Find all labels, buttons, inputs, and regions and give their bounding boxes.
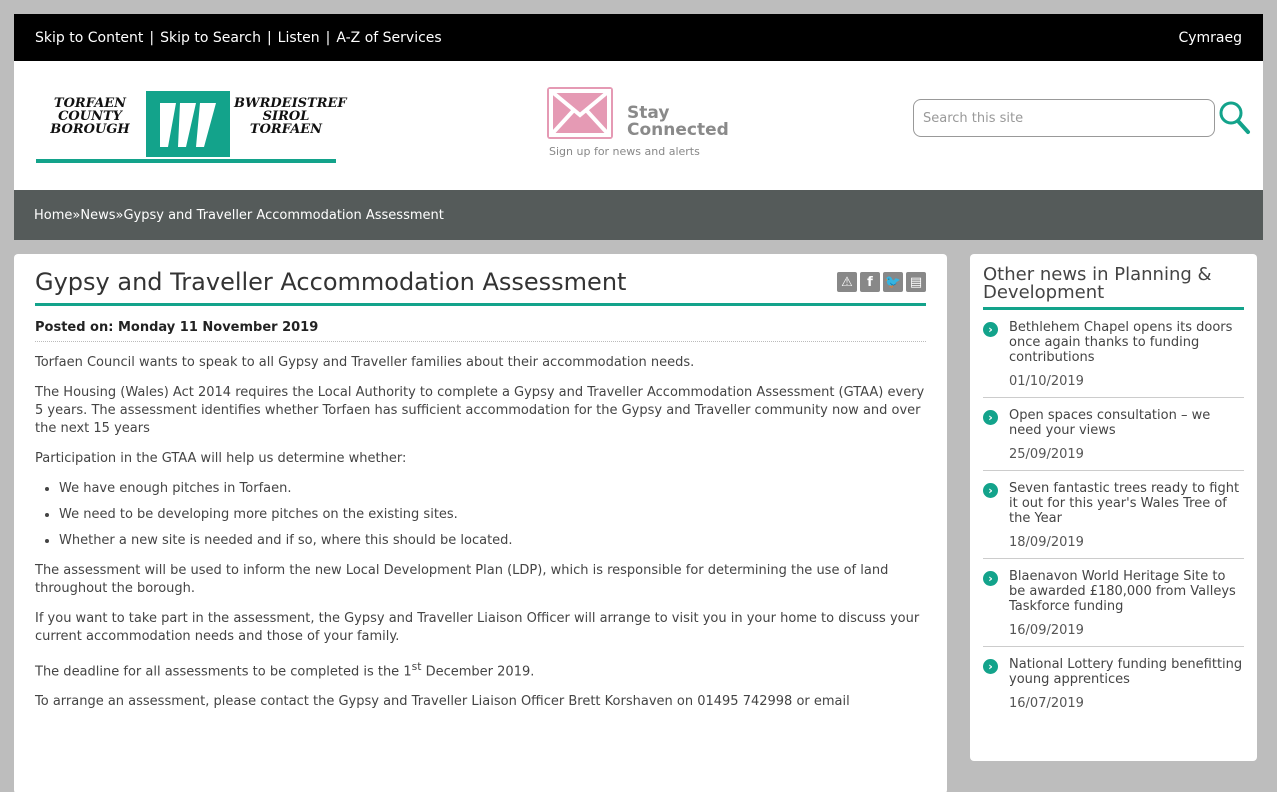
share-tools: ⚠ f 🐦 ▤	[837, 272, 926, 292]
stay-connected-banner[interactable]: Stay Connected Sign up for news and aler…	[547, 85, 747, 165]
list-item: We need to be developing more pitches on…	[59, 506, 926, 524]
logo-underline	[36, 159, 336, 163]
print-icon[interactable]: ▤	[906, 272, 926, 292]
news-date: 16/07/2019	[1009, 696, 1084, 711]
article-paragraph: The assessment will be used to inform th…	[35, 563, 889, 596]
news-item: › Blaenavon World Heritage Site to be aw…	[983, 559, 1244, 647]
other-news-title: Other news in Planning & Development	[983, 266, 1244, 310]
page-frame: Skip to Content | Skip to Search | Listen | A-…	[14, 14, 1263, 792]
report-icon[interactable]: ⚠	[837, 272, 857, 292]
article-paragraph: Participation in the GTAA will help us d…	[35, 451, 407, 466]
news-item: › National Lottery funding benefitting y…	[983, 647, 1244, 719]
search-button[interactable]	[1217, 97, 1251, 137]
article-paragraph: Torfaen Council wants to speak to all Gy…	[35, 355, 695, 370]
skip-to-search-link[interactable]: Skip to Search	[160, 30, 261, 46]
skip-to-content-link[interactable]: Skip to Content	[35, 30, 143, 46]
top-bar: Skip to Content | Skip to Search | Listen | A-…	[14, 14, 1263, 61]
chevron-right-icon: ›	[983, 571, 998, 586]
news-date: 01/10/2019	[1009, 374, 1084, 389]
council-logo[interactable]: TORFAEN COUNTY BOROUGH BWRDEISTREF SIROL…	[36, 87, 347, 163]
chevron-right-icon: ›	[983, 659, 998, 674]
news-item: › Open spaces consultation – we need you…	[983, 398, 1244, 471]
article-bullet-list: We have enough pitches in Torfaen. We ne…	[59, 480, 926, 550]
article-paragraph: The deadline for all assessments to be c…	[35, 658, 926, 681]
skip-links: Skip to Content | Skip to Search | Listen | A-…	[35, 30, 442, 46]
deadline-text: The deadline for all assessments to be c…	[35, 664, 412, 680]
language-link[interactable]: Cymraeg	[1178, 30, 1242, 46]
search-input[interactable]	[913, 99, 1215, 137]
envelope-icon	[547, 87, 613, 139]
news-link[interactable]: Seven fantastic trees ready to fight it …	[1009, 481, 1244, 526]
list-item: We have enough pitches in Torfaen.	[59, 480, 926, 498]
news-link[interactable]: National Lottery funding benefitting you…	[1009, 657, 1244, 687]
deadline-text-end: December 2019.	[421, 664, 535, 680]
article-panel: Gypsy and Traveller Accommodation Assess…	[14, 254, 947, 792]
chevron-right-icon: ›	[983, 410, 998, 425]
news-date: 25/09/2019	[1009, 447, 1084, 462]
news-link[interactable]: Bethlehem Chapel opens its doors once ag…	[1009, 320, 1244, 365]
search-icon	[1219, 101, 1250, 134]
a-z-services-link[interactable]: A-Z of Services	[336, 30, 441, 46]
logo-text-welsh: BWRDEISTREF SIROL TORFAEN	[234, 96, 347, 137]
news-link[interactable]: Blaenavon World Heritage Site to be awar…	[1009, 569, 1244, 614]
breadcrumb-current: Gypsy and Traveller Accommodation Assess…	[123, 207, 444, 223]
posted-date: Posted on: Monday 11 November 2019	[35, 320, 926, 342]
breadcrumb-home[interactable]: Home	[34, 208, 72, 223]
twitter-icon[interactable]: 🐦	[883, 272, 903, 292]
deadline-superscript: st	[411, 660, 422, 673]
news-date: 16/09/2019	[1009, 623, 1084, 638]
news-item: › Seven fantastic trees ready to fight i…	[983, 471, 1244, 559]
chevron-right-icon: ›	[983, 483, 998, 498]
article-paragraph: The Housing (Wales) Act 2014 requires th…	[35, 385, 925, 436]
breadcrumb-separator: »	[115, 207, 124, 223]
stay-connected-subtitle: Sign up for news and alerts	[549, 145, 700, 158]
logo-text-english: TORFAEN COUNTY BOROUGH	[50, 96, 130, 137]
logo-mark-icon	[146, 91, 230, 157]
news-date: 18/09/2019	[1009, 535, 1084, 550]
breadcrumb-separator: »	[72, 207, 81, 223]
facebook-icon[interactable]: f	[860, 272, 880, 292]
news-item: › Bethlehem Chapel opens its doors once …	[983, 310, 1244, 398]
separator: |	[149, 29, 155, 46]
breadcrumb-news[interactable]: News	[80, 208, 115, 223]
list-item: Whether a new site is needed and if so, …	[59, 532, 926, 550]
breadcrumb: Home » News » Gypsy and Traveller Accomm…	[14, 190, 1263, 240]
listen-link[interactable]: Listen	[278, 30, 320, 46]
site-header: TORFAEN COUNTY BOROUGH BWRDEISTREF SIROL…	[14, 61, 1263, 190]
other-news-panel: Other news in Planning & Development › B…	[970, 254, 1257, 761]
separator: |	[266, 29, 272, 46]
page-title: Gypsy and Traveller Accommodation Assess…	[35, 268, 926, 306]
article-paragraph: If you want to take part in the assessme…	[35, 611, 920, 644]
page-title-text: Gypsy and Traveller Accommodation Assess…	[35, 268, 627, 296]
stay-connected-title: Stay Connected	[627, 103, 729, 140]
article-paragraph: To arrange an assessment, please contact…	[35, 694, 850, 710]
chevron-right-icon: ›	[983, 322, 998, 337]
news-link[interactable]: Open spaces consultation – we need your …	[1009, 408, 1244, 438]
separator: |	[325, 29, 331, 46]
